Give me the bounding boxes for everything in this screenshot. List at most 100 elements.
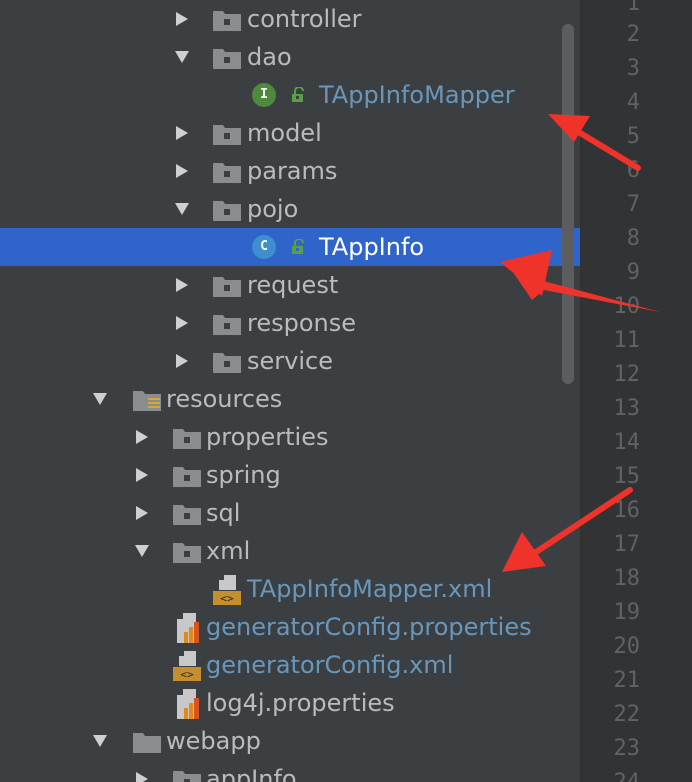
tree-item-label: request: [247, 271, 339, 299]
tree-item-label: service: [247, 347, 333, 375]
folder-icon: [133, 733, 161, 753]
tree-item-params[interactable]: params: [0, 152, 580, 190]
line-number: 24: [590, 768, 641, 782]
line-number: 5: [626, 124, 640, 149]
line-number: 12: [613, 362, 641, 387]
properties-file-icon: [177, 613, 199, 643]
triangle-right-icon[interactable]: [174, 277, 190, 293]
folder-icon: [213, 201, 241, 221]
line-number: 18: [613, 566, 641, 591]
tree-item-label: TAppInfo: [319, 233, 425, 261]
tree-item-resources[interactable]: resources: [0, 380, 580, 418]
tree-item-sql[interactable]: sql: [0, 494, 580, 532]
tree-item-webapp[interactable]: webapp: [0, 722, 580, 760]
tree-item-label: TAppInfoMapper.xml: [247, 575, 493, 603]
line-number: 20: [613, 634, 641, 659]
line-number: 22: [613, 702, 641, 727]
scrollbar-thumb[interactable]: [562, 24, 574, 384]
tree-item-label: pojo: [247, 195, 299, 223]
tree-item-appinfo[interactable]: appInfo: [0, 760, 580, 782]
line-number: 2: [626, 22, 640, 47]
line-number: 9: [626, 260, 640, 285]
triangle-down-icon[interactable]: [134, 543, 150, 559]
triangle-right-icon[interactable]: [174, 163, 190, 179]
tree-item-dao[interactable]: dao: [0, 38, 580, 76]
triangle-right-icon[interactable]: [134, 429, 150, 445]
triangle-right-icon[interactable]: [174, 353, 190, 369]
svg-text:<>: <>: [180, 668, 194, 681]
interface-icon: I: [252, 83, 276, 107]
folder-icon: [213, 315, 241, 335]
tree-item-model[interactable]: model: [0, 114, 580, 152]
tree-item-pojo[interactable]: pojo: [0, 190, 580, 228]
triangle-right-icon[interactable]: [134, 467, 150, 483]
line-number: 6: [626, 158, 640, 183]
line-number: 1: [626, 0, 640, 16]
tree-item-generatorconfig-properties[interactable]: generatorConfig.properties: [0, 608, 580, 646]
tree-item-label: spring: [206, 461, 281, 489]
line-number: 21: [613, 668, 641, 693]
folder-icon: [173, 543, 201, 563]
tree-item-label: controller: [247, 5, 362, 33]
triangle-right-icon[interactable]: [174, 125, 190, 141]
properties-file-icon: [177, 689, 199, 719]
line-number: 19: [613, 600, 641, 625]
tree-item-spring[interactable]: spring: [0, 456, 580, 494]
svg-text:<>: <>: [220, 592, 234, 605]
tree-item-tappinfomapper[interactable]: I TAppInfoMapper: [0, 76, 580, 114]
tree-item-label: resources: [166, 385, 283, 413]
tree-item-generatorconfig-xml[interactable]: <> generatorConfig.xml: [0, 646, 580, 684]
tree-item-label: properties: [206, 423, 329, 451]
folder-icon: [213, 277, 241, 297]
tree-item-label: sql: [206, 499, 241, 527]
tree-item-label: response: [247, 309, 357, 337]
line-number: 16: [613, 498, 641, 523]
triangle-right-icon[interactable]: [174, 11, 190, 27]
tree-item-tappinfo[interactable]: C TAppInfo: [0, 228, 580, 266]
folder-icon: [173, 467, 201, 487]
class-icon: C: [252, 235, 276, 259]
tree-item-label: generatorConfig.xml: [206, 651, 454, 679]
tree-item-tappinfomapper-xml[interactable]: <> TAppInfoMapper.xml: [0, 570, 580, 608]
line-number: 14: [613, 430, 641, 455]
tree-item-label: model: [247, 119, 322, 147]
folder-icon: [213, 11, 241, 31]
tree-item-properties[interactable]: properties: [0, 418, 580, 456]
line-number: 15: [613, 464, 641, 489]
line-number-gutter: 1 2 3 4 5 6 7 8 9 10 11 12 13 14 15 16 1…: [582, 0, 692, 782]
line-number: 4: [626, 90, 640, 115]
triangle-down-icon[interactable]: [174, 201, 190, 217]
tree-item-service[interactable]: service: [0, 342, 580, 380]
tree-item-label: xml: [206, 537, 251, 565]
tree-item-label: appInfo: [206, 765, 297, 782]
project-tree-panel: controller dao I TAppInfoMapper model pa…: [0, 0, 580, 782]
line-number: 13: [613, 396, 641, 421]
tree-item-response[interactable]: response: [0, 304, 580, 342]
triangle-down-icon[interactable]: [92, 391, 108, 407]
folder-icon: [213, 353, 241, 373]
xml-file-icon: <>: [173, 651, 201, 681]
tree-item-label: generatorConfig.properties: [206, 613, 532, 641]
folder-icon: [173, 505, 201, 525]
line-number: 23: [613, 736, 641, 761]
folder-icon: [213, 125, 241, 145]
line-number: 7: [626, 192, 640, 217]
tree-item-label: webapp: [166, 727, 261, 755]
folder-icon: [213, 163, 241, 183]
tree-item-label: params: [247, 157, 338, 185]
tree-item-xml[interactable]: xml: [0, 532, 580, 570]
line-number: 11: [613, 328, 641, 353]
triangle-right-icon[interactable]: [134, 505, 150, 521]
triangle-right-icon[interactable]: [174, 315, 190, 331]
triangle-down-icon[interactable]: [174, 49, 190, 65]
folder-icon: [213, 49, 241, 69]
triangle-down-icon[interactable]: [92, 733, 108, 749]
xml-file-icon: <>: [213, 575, 241, 605]
tree-item-controller[interactable]: controller: [0, 0, 580, 38]
tree-item-request[interactable]: request: [0, 266, 580, 304]
triangle-right-icon[interactable]: [134, 771, 150, 782]
resources-folder-icon: [133, 391, 161, 411]
folder-icon: [173, 429, 201, 449]
tree-item-label: dao: [247, 43, 292, 71]
tree-item-log4j-properties[interactable]: log4j.properties: [0, 684, 580, 722]
